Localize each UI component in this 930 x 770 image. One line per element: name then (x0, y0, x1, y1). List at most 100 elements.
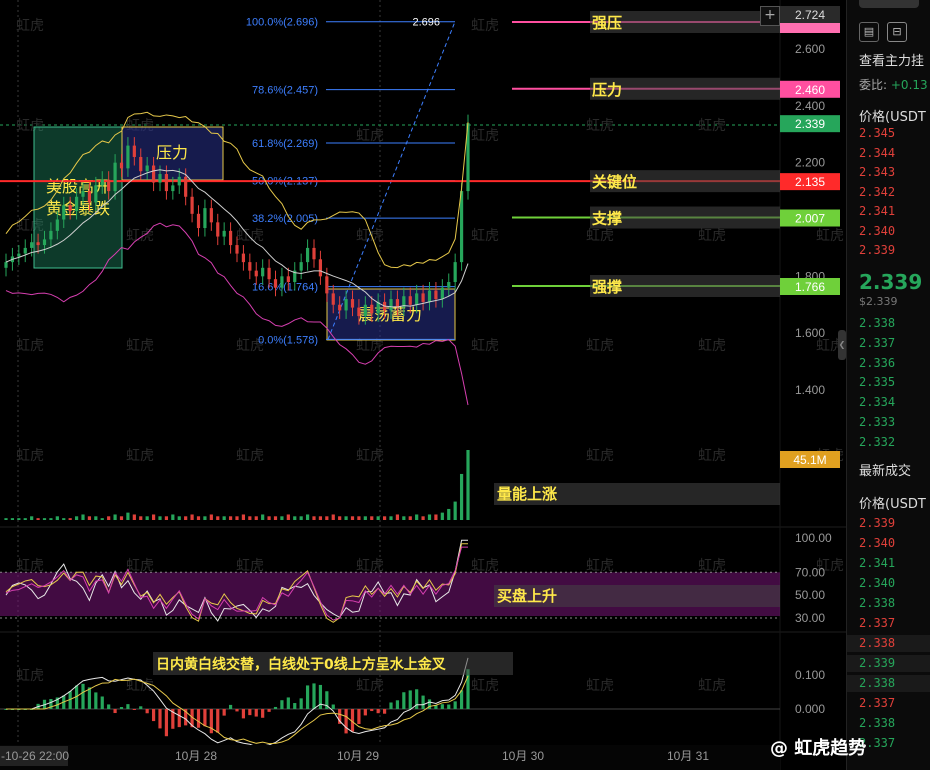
volume-bar (158, 516, 162, 520)
candle-body (363, 304, 367, 317)
ask-row[interactable]: 2.344 (859, 146, 895, 160)
fib-level-label: 100.0%(2.696) (246, 17, 318, 29)
bid-row[interactable]: 2.337 (859, 336, 895, 350)
main-orders-link[interactable]: 查看主力挂 (859, 50, 924, 69)
macd-histogram-bar (94, 692, 98, 709)
candle-body (132, 145, 136, 157)
macd-histogram-bar (164, 709, 169, 737)
ask-row[interactable]: 2.339 (859, 243, 895, 257)
volume-bar (55, 516, 59, 520)
trade-row: 2.337 (859, 616, 896, 630)
volume-bar (344, 516, 348, 520)
bid-row[interactable]: 2.338 (859, 316, 895, 330)
trade-row: 2.339 (859, 656, 896, 670)
watermark-text: 虹虎 (471, 128, 499, 144)
candle-body (222, 230, 226, 237)
macd-histogram-bar (100, 696, 104, 709)
volume-bar (42, 518, 47, 520)
candle-body (68, 205, 72, 211)
price-tag-text: 2.460 (795, 83, 825, 97)
trade-row: 2.340 (859, 576, 896, 590)
trade-row: 2.338 (859, 596, 896, 610)
watermark-text: 虹虎 (586, 228, 614, 244)
macd-histogram-bar (408, 690, 412, 709)
candle-body (440, 287, 444, 300)
macd-histogram-bar (158, 709, 162, 729)
orderbook-filter-icon[interactable]: ⊟ (887, 22, 907, 42)
volume-bar (459, 473, 464, 520)
trade-row: 2.338 (859, 676, 896, 690)
macd-histogram-bar (280, 700, 284, 709)
oscillator-axis-tick: 100.00 (795, 531, 832, 545)
candle-body (30, 242, 34, 248)
time-axis-tick: -10-26 22:00 (1, 749, 69, 763)
candle-body (158, 174, 162, 183)
macd-histogram-bar (312, 683, 316, 709)
watermark-text: 虹虎 (586, 338, 614, 354)
price-chart[interactable]: 虹虎虹虎虹虎虹虎虹虎虹虎虹虎虹虎虹虎虹虎虹虎虹虎虹虎虹虎虹虎虹虎虹虎虹虎虹虎虹虎… (0, 0, 846, 770)
chart-area[interactable]: 虹虎 虹虎 虹虎 虹虎 虹虎 虹虎 虹虎 虹虎 虹虎 虹虎 虹虎 虹虎 虹虎 虹虎 虹虎 虹虎 虹虎 虹虎 虹虎 虹虎… (0, 0, 846, 770)
macd-histogram-bar (363, 709, 367, 716)
candle-body (312, 247, 316, 260)
bid-row[interactable]: 2.333 (859, 415, 895, 429)
volume-bar (312, 516, 316, 520)
bid-row[interactable]: 2.334 (859, 395, 895, 409)
annotation-text: 压力 (156, 143, 188, 162)
time-axis-tick: 10月 28 (175, 749, 217, 763)
candle-body (62, 205, 66, 220)
candle-body (325, 276, 329, 294)
macd-histogram-bar (216, 709, 220, 733)
ask-row[interactable]: 2.343 (859, 165, 895, 179)
ask-row[interactable]: 2.341 (859, 204, 895, 218)
ask-row[interactable]: 2.345 (859, 126, 895, 140)
bid-row[interactable]: 2.335 (859, 375, 895, 389)
ask-row[interactable]: 2.342 (859, 185, 895, 199)
macd-histogram-bar (273, 706, 278, 709)
volume-bar (145, 516, 149, 520)
price-axis-tick: 1.400 (795, 383, 825, 397)
watermark-text: 虹虎 (698, 558, 726, 574)
volume-bar (331, 514, 335, 520)
volume-bar (228, 516, 233, 520)
candle-body (421, 293, 425, 302)
bid-row[interactable]: 2.332 (859, 435, 895, 449)
volume-bar (363, 516, 367, 520)
watermark-text: 虹虎 (586, 118, 614, 134)
sidebar-tab[interactable] (859, 0, 919, 8)
candle-body (305, 247, 310, 263)
price-axis-tick: 1.600 (795, 326, 825, 340)
macd-histogram-bar (203, 709, 207, 727)
candle-body (184, 176, 188, 197)
time-axis-tick: 10月 31 (667, 749, 709, 763)
bid-row[interactable]: 2.336 (859, 356, 895, 370)
volume-bar (68, 518, 72, 520)
key-level-label: 支撑 (591, 210, 622, 228)
collapse-sidebar-handle[interactable]: ❮ (838, 330, 846, 360)
oscillator-axis-tick: 50.00 (795, 588, 825, 602)
candle-body (100, 179, 104, 186)
volume-bar (100, 518, 104, 520)
macd-histogram-bar (382, 709, 387, 714)
orderbook-both-icon[interactable]: ▤ (859, 22, 879, 42)
volume-bar (49, 518, 53, 520)
watermark-text: 虹虎 (698, 338, 726, 354)
add-indicator-button[interactable]: + (760, 6, 780, 26)
candle-body (331, 293, 335, 305)
candle-body (408, 296, 412, 305)
macd-histogram-bar (459, 690, 464, 709)
volume-bar (151, 514, 156, 520)
watermark-text: 虹虎 (126, 558, 154, 574)
volume-bar (171, 514, 175, 520)
key-level-label: 关键位 (592, 173, 637, 191)
candle-body (248, 262, 252, 271)
volume-bar (370, 516, 374, 520)
macd-histogram-bar (81, 683, 85, 709)
candle-body (415, 293, 419, 305)
volume-bar (203, 516, 207, 520)
recent-trades-title[interactable]: 最新成交 (859, 460, 911, 479)
ask-row[interactable]: 2.340 (859, 224, 895, 238)
volume-bar (267, 516, 271, 520)
volume-bar (357, 516, 361, 520)
volume-bar (23, 518, 27, 520)
volume-bar (81, 514, 85, 520)
